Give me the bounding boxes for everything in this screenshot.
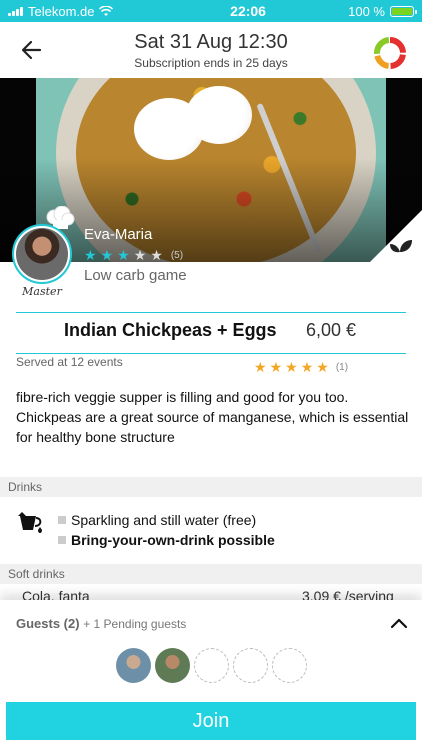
carrier-label: Telekom.de (28, 3, 95, 19)
clock: 22:06 (230, 3, 266, 19)
battery-icon (390, 5, 417, 17)
event-date-title: Sat 31 Aug 12:30 (134, 31, 288, 53)
pending-guests: + 1 Pending guests (83, 617, 187, 631)
star-icon: ★ (316, 359, 329, 375)
star-icon: ★ (285, 359, 298, 375)
soft-drinks-heading: Soft drinks (0, 564, 422, 584)
empty-guest-slot (194, 648, 229, 683)
signal-icon (8, 6, 23, 16)
star-icon: ★ (100, 247, 114, 263)
host-badge: Master (22, 285, 62, 298)
divider (16, 353, 406, 354)
drinks-heading: Drinks (0, 477, 422, 497)
soft-drink-name: Cola, fanta (22, 588, 90, 600)
dish-title: Indian Chickpeas + Eggs (64, 320, 277, 340)
star-icon: ★ (150, 247, 163, 263)
star-icon: ★ (133, 247, 147, 263)
chevron-up-icon[interactable] (388, 612, 410, 634)
host-name[interactable]: Eva-Maria (84, 226, 152, 243)
empty-guest-slot (272, 648, 307, 683)
star-icon: ★ (300, 359, 314, 375)
progress-ring-icon[interactable] (372, 35, 408, 71)
guests-count[interactable]: Guests (2) + 1 Pending guests (16, 616, 186, 631)
guest-avatar[interactable] (116, 648, 151, 683)
drink-item: Bring-your-own-drink possible (58, 532, 275, 548)
status-bar: Telekom.de 22:06 100 % (0, 0, 422, 22)
host-avatar[interactable] (12, 224, 72, 284)
wifi-icon (99, 5, 114, 16)
drinks-pitcher-icon (18, 512, 42, 533)
soft-drink-price: 3,09 € /serving (302, 588, 394, 600)
star-icon: ★ (269, 359, 283, 375)
drink-item: Sparkling and still water (free) (58, 512, 256, 528)
served-count: Served at 12 events (16, 355, 123, 369)
guest-avatar[interactable] (155, 648, 190, 683)
host-rating: ★ ★ ★ ★ ★ (5) (84, 247, 183, 264)
divider (16, 312, 406, 313)
dish-rating-count: (1) (335, 362, 349, 373)
join-button[interactable]: Join (6, 702, 416, 740)
star-icon: ★ (84, 247, 97, 263)
battery-percent: 100 % (348, 3, 385, 19)
star-icon: ★ (254, 359, 267, 375)
dish-price: 6,00 € (306, 320, 357, 340)
dish-rating: ★ ★ ★ ★ ★ (1) (254, 359, 348, 376)
event-name: Low carb game (84, 267, 187, 284)
dish-description: fibre-rich veggie supper is filling and … (16, 389, 409, 445)
empty-guest-slot (233, 648, 268, 683)
header: Sat 31 Aug 12:30 Subscription ends in 25… (0, 22, 422, 78)
soft-drink-row: Cola, fanta 3,09 € /serving (0, 584, 422, 600)
guest-avatars (116, 648, 307, 683)
host-rating-count: (5) (170, 250, 184, 261)
subscription-status: Subscription ends in 25 days (134, 56, 288, 70)
vegetarian-leaf-icon (370, 210, 422, 262)
star-icon: ★ (117, 247, 130, 263)
